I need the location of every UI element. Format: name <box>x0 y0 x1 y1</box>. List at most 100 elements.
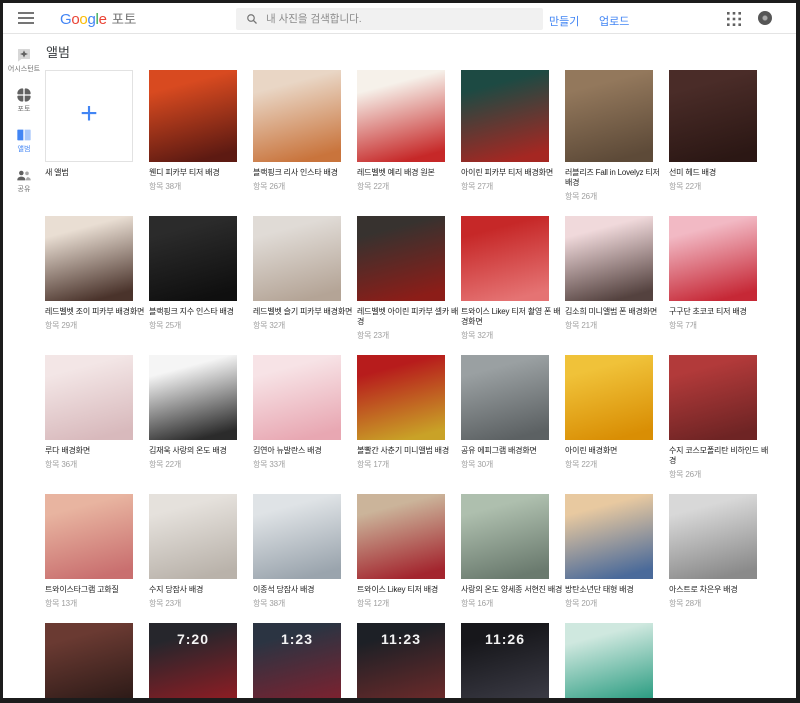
sidebar-item-photos[interactable]: 포토 <box>3 87 45 114</box>
album-title: 루다 배경화면 <box>45 446 90 455</box>
album-card[interactable]: 11:23 트와이스 모모 정연 MLB 항목 15개 <box>357 623 445 698</box>
album-count: 항목 22개 <box>149 460 182 469</box>
album-card[interactable]: 트와이스 Likey 티저 촬영 폰 배경화면 항목 32개 <box>461 216 561 341</box>
album-title: 레드벨벳 슬기 피카부 배경화면 <box>253 307 353 316</box>
album-thumbnail <box>149 355 237 440</box>
album-count: 항목 27개 <box>461 182 494 191</box>
album-thumbnail: 11:26 <box>461 623 549 698</box>
album-card[interactable]: 1:23 트와이스 나연 쯔위 MLB 항목 20개 <box>253 623 341 698</box>
album-card[interactable]: 수지 당잠사 배경 항목 23개 <box>149 494 237 609</box>
albums-page: 앨범 + 새 앨범 웬디 피카부 티저 배경 항목 38개 블랙핑크 리사 인스… <box>45 34 796 698</box>
album-row: 레드벨벳 조이 피카부 배경화면 항목 29개 블랙핑크 지수 인스타 배경 항… <box>45 216 796 341</box>
album-count: 항목 13개 <box>45 599 78 608</box>
photo-overlay-text: 11:23 <box>380 631 422 647</box>
album-title: 선미 헤드 배경 <box>669 168 717 177</box>
album-title: 김연아 뉴발란스 배경 <box>253 446 322 455</box>
album-card[interactable]: 러블리즈 Fall in Lovelyz 티저 배경 항목 26개 <box>565 70 660 202</box>
album-card[interactable]: 수지 코스모폴리탄 비하인드 배경 항목 26개 <box>669 355 768 480</box>
album-card[interactable]: 블랙핑크 리사 인스타 배경 항목 26개 <box>253 70 341 202</box>
album-card[interactable]: 아이유 꽃갈피 둘 배경 항목 41개 <box>565 623 653 698</box>
search-icon <box>247 14 257 24</box>
album-thumbnail <box>149 216 237 301</box>
album-count: 항목 25개 <box>149 321 182 330</box>
album-title: 트와이스 Likey 티저 촬영 폰 배경화면 <box>461 307 561 326</box>
sidebar-item-assistant[interactable]: 어시스턴트 <box>3 47 45 74</box>
sidebar-item-sharing[interactable]: 공유 <box>3 167 45 194</box>
album-count: 항목 22개 <box>669 182 702 191</box>
album-thumbnail <box>461 216 549 301</box>
album-card[interactable]: 선미 헤드 배경 항목 22개 <box>669 70 757 202</box>
album-card[interactable]: 트와이스 Likey 티저 배경 항목 12개 <box>357 494 445 609</box>
album-grid: + 새 앨범 웬디 피카부 티저 배경 항목 38개 블랙핑크 리사 인스타 배… <box>45 70 796 698</box>
album-count: 항목 26개 <box>565 192 598 201</box>
album-title: 트와이스 Likey 티저 배경 <box>357 585 439 594</box>
album-card[interactable]: 방탄소년단 태형 배경 항목 20개 <box>565 494 653 609</box>
album-count: 항목 33개 <box>253 460 286 469</box>
photo-overlay-text: 1:23 <box>280 631 314 647</box>
album-row: 트와이스 채영 항목 20개 7:20 트와이스 미나 지효 MLB 항목 25… <box>45 623 796 698</box>
album-card[interactable]: 구구단 초코코 티저 배경 항목 7개 <box>669 216 757 341</box>
album-card[interactable]: 김연아 뉴발란스 배경 항목 33개 <box>253 355 341 480</box>
search-input[interactable] <box>266 13 543 25</box>
apps-grid-icon[interactable] <box>727 12 741 26</box>
album-card[interactable]: 김소희 미니앨범 폰 배경화면 항목 21개 <box>565 216 657 341</box>
google-photos-window: Google 포토 만들기 업로드 <box>0 0 800 703</box>
new-album-card[interactable]: + 새 앨범 <box>45 70 133 202</box>
album-count: 항목 28개 <box>669 599 702 608</box>
album-thumbnail <box>565 494 653 579</box>
album-thumbnail <box>461 355 549 440</box>
photos-icon <box>17 88 31 102</box>
album-card[interactable]: 김재욱 사랑의 온도 배경 항목 22개 <box>149 355 237 480</box>
album-thumbnail <box>565 216 653 301</box>
album-card[interactable]: 아이린 피카부 티저 배경화면 항목 27개 <box>461 70 553 202</box>
sidebar-item-label: 포토 <box>17 106 31 113</box>
album-thumbnail <box>669 355 757 440</box>
album-title: 아이린 피카부 티저 배경화면 <box>461 168 553 177</box>
album-title: 블랙핑크 리사 인스타 배경 <box>253 168 338 177</box>
album-card[interactable]: 레드벨벳 슬기 피카부 배경화면 항목 32개 <box>253 216 352 341</box>
album-count: 항목 22개 <box>565 460 598 469</box>
album-thumbnail <box>461 494 549 579</box>
sidebar-item-label: 앨범 <box>17 146 31 153</box>
album-thumbnail <box>45 355 133 440</box>
album-card[interactable]: 트와이스 채영 항목 20개 <box>45 623 133 698</box>
album-card[interactable]: 레드벨벳 조이 피카부 배경화면 항목 29개 <box>45 216 144 341</box>
album-count: 항목 20개 <box>565 599 598 608</box>
sidebar-item-albums[interactable]: 앨범 <box>3 127 45 154</box>
album-card[interactable]: 아이린 배경화면 항목 22개 <box>565 355 653 480</box>
album-card[interactable]: 루다 배경화면 항목 36개 <box>45 355 133 480</box>
new-album-box: + <box>45 70 133 162</box>
album-thumbnail <box>461 70 549 162</box>
account-avatar[interactable] <box>758 11 772 25</box>
album-card[interactable]: 공유 에피그램 배경화면 항목 30개 <box>461 355 549 480</box>
photo-overlay-text: 11:26 <box>484 631 526 647</box>
logo-letter: G <box>60 10 72 28</box>
google-photos-logo[interactable]: Google 포토 <box>60 8 136 29</box>
upload-button[interactable]: 업로드 <box>599 13 629 29</box>
album-card[interactable]: 블랙핑크 지수 인스타 배경 항목 25개 <box>149 216 237 341</box>
album-card[interactable]: 사랑의 온도 양세종 서현진 배경 항목 16개 <box>461 494 562 609</box>
album-title: 블랙핑크 지수 인스타 배경 <box>149 307 234 316</box>
album-title: 구구단 초코코 티저 배경 <box>669 307 747 316</box>
create-button[interactable]: 만들기 <box>549 13 579 29</box>
album-card[interactable]: 아스트로 차은우 배경 항목 28개 <box>669 494 757 609</box>
album-count: 항목 38개 <box>253 599 286 608</box>
album-thumbnail: 1:23 <box>253 623 341 698</box>
menu-icon[interactable] <box>18 9 34 27</box>
album-card[interactable]: 레드벨벳 아이린 피카부 셀카 배경 항목 23개 <box>357 216 458 341</box>
album-title: 웬디 피카부 티저 배경 <box>149 168 220 177</box>
album-count: 항목 36개 <box>45 460 78 469</box>
album-count: 항목 21개 <box>565 321 598 330</box>
album-thumbnail <box>45 494 133 579</box>
album-card[interactable]: 웬디 피카부 티저 배경 항목 38개 <box>149 70 237 202</box>
search-bar[interactable] <box>236 8 543 30</box>
album-card[interactable]: 레드벨벳 예리 배경 원본 항목 22개 <box>357 70 445 202</box>
album-thumbnail <box>565 355 653 440</box>
album-card[interactable]: 7:20 트와이스 미나 지효 MLB 항목 25개 <box>149 623 237 698</box>
album-card[interactable]: 이종석 당잠사 배경 항목 38개 <box>253 494 341 609</box>
album-card[interactable]: 11:26 트와이스 사나 다현 MLB 항목 15개 <box>461 623 549 698</box>
album-count: 항목 32개 <box>461 331 494 340</box>
album-title: 공유 에피그램 배경화면 <box>461 446 537 455</box>
album-card[interactable]: 볼빨간 사춘기 미니앨범 배경 항목 17개 <box>357 355 449 480</box>
album-card[interactable]: 트와이스타그램 고화질 항목 13개 <box>45 494 133 609</box>
